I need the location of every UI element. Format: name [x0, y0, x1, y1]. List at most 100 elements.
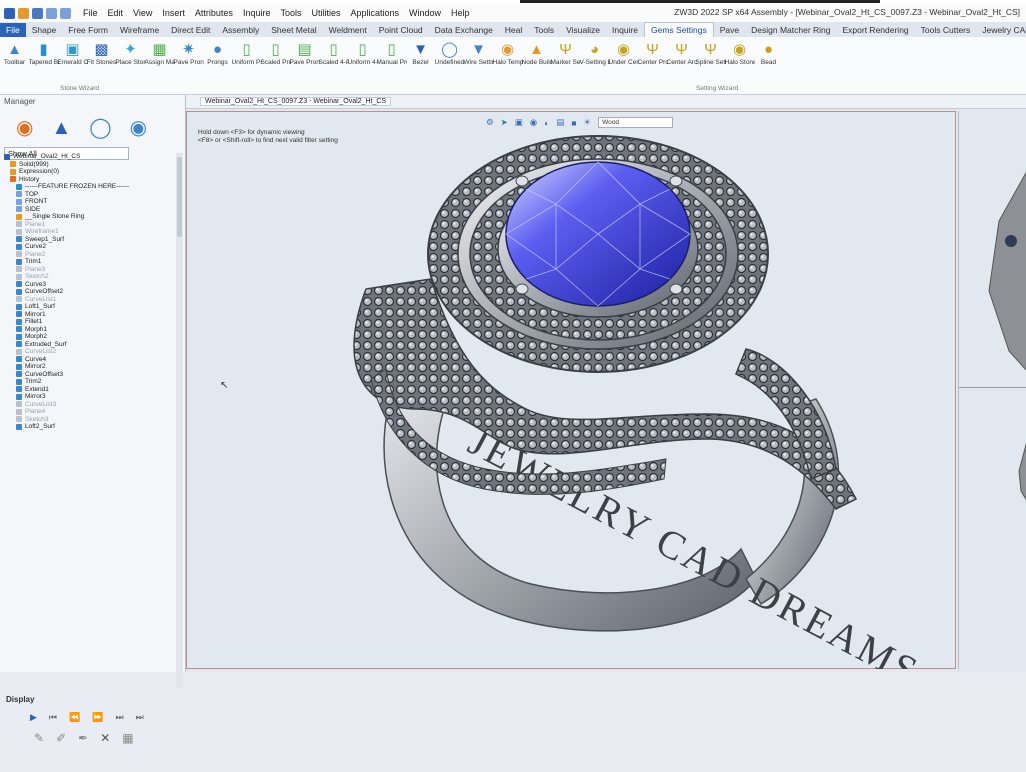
tree-item[interactable]: Plane2: [2, 251, 174, 259]
tree-item[interactable]: Curve3: [2, 281, 174, 289]
menu-applications[interactable]: Applications: [351, 8, 400, 18]
tab-gems-settings[interactable]: Gems Settings: [644, 22, 714, 37]
tree-item[interactable]: CurveOffset2: [2, 288, 174, 296]
grid-icon[interactable]: ▦: [122, 731, 133, 745]
tree-item[interactable]: Loft2_Surf: [2, 423, 174, 431]
step-back-icon[interactable]: ⏮: [49, 712, 57, 723]
history-manager-icon[interactable]: ◉: [16, 117, 33, 139]
ribbon-button-undefined[interactable]: ◯ Undefined: [435, 37, 465, 94]
tree-item[interactable]: Sweep1_Surf: [2, 236, 174, 244]
tab-shape[interactable]: Shape: [26, 23, 63, 37]
tab-wireframe[interactable]: Wireframe: [114, 23, 165, 37]
save-icon[interactable]: [32, 7, 43, 19]
tab-file[interactable]: File: [0, 23, 26, 37]
ribbon-button-toolbar[interactable]: ▲ Toolbar: [0, 37, 29, 94]
view-manager-icon[interactable]: ◯: [89, 117, 111, 139]
tree-item[interactable]: Solid(999): [2, 161, 174, 169]
tree-item[interactable]: FRONT: [2, 198, 174, 206]
tree-item[interactable]: Mirror3: [2, 393, 174, 401]
tab-free-form[interactable]: Free Form: [62, 23, 114, 37]
tab-direct-edit[interactable]: Direct Edit: [165, 23, 216, 37]
ribbon-button-center-prong-posts[interactable]: ΨCenter Prong Posts: [638, 37, 668, 94]
redo-icon[interactable]: [60, 7, 71, 19]
tab-data-exchange[interactable]: Data Exchange: [429, 23, 499, 37]
tab-jewelry-cad[interactable]: Jewelry CAD: [976, 23, 1026, 37]
ribbon-button-node-builder[interactable]: ▲Node Builder: [522, 37, 552, 94]
ribbon-button-scaled-prongs[interactable]: ▯Scaled Prongs: [261, 37, 291, 94]
ribbon-button-uniform-4-prongs[interactable]: ▯Uniform 4-Prongs: [348, 37, 378, 94]
tree-item[interactable]: Curve2: [2, 243, 174, 251]
tree-item[interactable]: ------FEATURE FROZEN HERE------: [2, 183, 174, 191]
ribbon-button-halo-templates[interactable]: ◉Halo Templates: [493, 37, 523, 94]
play-icon[interactable]: ▶: [30, 712, 37, 723]
ribbon-button-bezel[interactable]: ▼ Bezel: [406, 37, 435, 94]
tab-tools-cutters[interactable]: Tools Cutters: [915, 23, 977, 37]
tab-export-rendering[interactable]: Export Rendering: [837, 23, 915, 37]
tree-item[interactable]: Fillet1: [2, 318, 174, 326]
tree-item[interactable]: Wireframe1: [2, 228, 174, 236]
menu-view[interactable]: View: [133, 8, 152, 18]
tree-item[interactable]: Sketch3: [2, 416, 174, 424]
tree-item[interactable]: Trim2: [2, 378, 174, 386]
ribbon-button-wire-settings[interactable]: ▼Wire Settings: [464, 37, 494, 94]
ribbon-button-pave-prongs[interactable]: ✷Pave Prongs: [174, 37, 204, 94]
tab-assembly[interactable]: Assembly: [216, 23, 265, 37]
graphics-viewport[interactable]: Webinar_Oval2_Ht_CS_0097.Z3 - Webinar_Ov…: [186, 95, 1026, 672]
assembly-manager-icon[interactable]: ▲: [51, 117, 71, 139]
tree-item[interactable]: Extruded_Surf: [2, 341, 174, 349]
tree-item[interactable]: __Single Stone Ring: [2, 213, 174, 221]
menu-attributes[interactable]: Attributes: [195, 8, 233, 18]
menu-insert[interactable]: Insert: [162, 8, 185, 18]
menu-inquire[interactable]: Inquire: [243, 8, 271, 18]
open-icon[interactable]: [18, 7, 29, 19]
tree-item[interactable]: History: [2, 176, 174, 184]
rewind-icon[interactable]: ⏪: [69, 712, 80, 723]
ribbon-button-marker-setting-bu[interactable]: ΨMarker Setting Bu: [551, 37, 581, 94]
app-icon[interactable]: [4, 7, 15, 19]
tree-item[interactable]: Mirror2: [2, 363, 174, 371]
tree-scrollbar[interactable]: [176, 153, 183, 688]
tab-inquire[interactable]: Inquire: [606, 23, 644, 37]
delete-icon[interactable]: ✕: [100, 731, 110, 745]
tree-item[interactable]: Plane4: [2, 408, 174, 416]
tree-item[interactable]: Plane1: [2, 221, 174, 229]
tree-item[interactable]: Curve4: [2, 356, 174, 364]
tab-pave[interactable]: Pave: [714, 23, 745, 37]
tree-item[interactable]: Morph1: [2, 326, 174, 334]
tree-item[interactable]: CurveList2: [2, 348, 174, 356]
tree-item[interactable]: CurveList1: [2, 296, 174, 304]
menu-file[interactable]: File: [83, 8, 98, 18]
tree-item[interactable]: Plane3: [2, 266, 174, 274]
display-section-header[interactable]: Display: [0, 693, 185, 706]
tree-item[interactable]: Webinar_Oval2_Ht_CS: [2, 153, 174, 161]
ribbon-button-uniform-prongs[interactable]: ▯Uniform Prongs: [232, 37, 262, 94]
document-tab[interactable]: Webinar_Oval2_Ht_CS_0097.Z3 - Webinar_Ov…: [200, 97, 392, 106]
tree-item[interactable]: CurveList3: [2, 401, 174, 409]
ribbon-button-under-center-bezel[interactable]: ◉Under Center Bezel: [609, 37, 639, 94]
tab-weldment[interactable]: Weldment: [323, 23, 373, 37]
forward-icon[interactable]: ⏩: [92, 712, 103, 723]
menu-window[interactable]: Window: [409, 8, 441, 18]
tree-item[interactable]: Expression(0): [2, 168, 174, 176]
ribbon-button-tapered-baguette[interactable]: ▮Tapered Baguette: [29, 37, 59, 94]
ribbon-button-center-arc-prong-posts[interactable]: ΨCenter Arc Prong Posts: [667, 37, 697, 94]
ribbon-button-prongs[interactable]: ● Prongs: [203, 37, 232, 94]
tab-design-matcher-ring[interactable]: Design Matcher Ring: [745, 23, 836, 37]
end-icon[interactable]: ⏭: [136, 712, 144, 723]
edit-icon[interactable]: ✐: [56, 731, 66, 745]
tree-item[interactable]: Sketch2: [2, 273, 174, 281]
menu-edit[interactable]: Edit: [108, 8, 124, 18]
ribbon-button-pave-prongs[interactable]: ▤Pave Prongs: [290, 37, 320, 94]
menu-help[interactable]: Help: [451, 8, 470, 18]
secondary-viewport[interactable]: [958, 111, 1026, 669]
tab-heal[interactable]: Heal: [499, 23, 528, 37]
sketch-icon[interactable]: ✒: [78, 731, 88, 745]
tab-point-cloud[interactable]: Point Cloud: [373, 23, 429, 37]
tree-item[interactable]: Trim1: [2, 258, 174, 266]
layer-manager-icon[interactable]: ◉: [130, 117, 147, 139]
ribbon-button-v-setting-builder[interactable]: ◕V-Setting Builder: [580, 37, 610, 94]
step-forward-icon[interactable]: ⏭: [115, 712, 123, 723]
undo-icon[interactable]: [46, 7, 57, 19]
tab-tools[interactable]: Tools: [528, 23, 560, 37]
tree-item[interactable]: Mirror1: [2, 311, 174, 319]
